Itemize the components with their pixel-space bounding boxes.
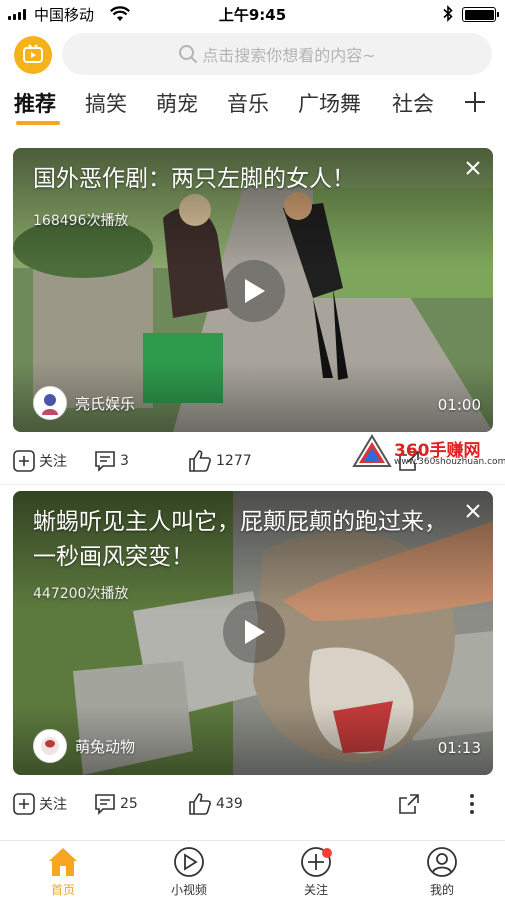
- search-placeholder: 点击搜索你想看的内容~: [202, 46, 376, 65]
- video-title: 蜥蜴听见主人叫它，屁颠屁颠的跑过来，一秒画风突变！: [33, 509, 447, 570]
- app-logo-button[interactable]: [14, 36, 52, 74]
- like-button[interactable]: 439: [188, 789, 243, 819]
- thumbs-up-icon: [189, 793, 211, 815]
- comment-button[interactable]: 3: [94, 446, 129, 476]
- nav-profile[interactable]: 我的: [402, 845, 482, 898]
- comment-icon: [95, 794, 115, 815]
- follow-button[interactable]: 关注: [13, 446, 67, 476]
- play-icon: [245, 620, 265, 644]
- more-icon[interactable]: [466, 793, 478, 815]
- like-button[interactable]: 1277: [188, 446, 252, 476]
- nav-profile-label: 我的: [429, 883, 454, 897]
- watermark-emblem-icon: [352, 434, 392, 467]
- play-button[interactable]: [223, 260, 285, 322]
- card-actions: 关注 25 439: [0, 789, 505, 819]
- tv-play-icon: [23, 44, 43, 63]
- follow-label: 关注: [39, 454, 67, 470]
- battery-icon: [462, 7, 499, 22]
- comment-count: 3: [120, 453, 129, 469]
- play-circle-icon: [174, 847, 204, 877]
- search-icon: [179, 45, 198, 63]
- author-name: 亮氏娱乐: [75, 394, 136, 413]
- tab-recommend[interactable]: 推荐: [14, 88, 56, 118]
- bluetooth-icon: [443, 5, 453, 22]
- status-bar: 中国移动 上午9:45: [0, 0, 505, 28]
- active-tab-indicator: [16, 121, 60, 125]
- avatar: [33, 386, 67, 420]
- play-button[interactable]: [223, 601, 285, 663]
- notification-badge: [322, 848, 332, 858]
- bottom-nav: 首页 小视频 关注 我的: [0, 840, 505, 900]
- author-info[interactable]: 亮氏娱乐: [33, 386, 135, 420]
- share-icon[interactable]: [398, 793, 420, 815]
- tab-music[interactable]: 音乐: [227, 88, 269, 118]
- thumbs-up-icon: [189, 450, 211, 472]
- like-count: 439: [216, 796, 243, 812]
- plus-square-icon: [13, 793, 35, 815]
- tab-square-dance[interactable]: 广场舞: [298, 88, 361, 118]
- nav-follow-label: 关注: [303, 883, 328, 897]
- comment-count: 25: [120, 796, 138, 812]
- avatar: [33, 729, 67, 763]
- nav-follow[interactable]: 关注: [276, 845, 356, 898]
- nav-short-video[interactable]: 小视频: [149, 845, 229, 898]
- author-name: 萌兔动物: [75, 737, 136, 756]
- watermark-logo: 360手赚网 www.360shouzhuan.com: [352, 434, 505, 470]
- close-icon[interactable]: [465, 160, 481, 176]
- video-duration: 01:00: [437, 396, 481, 414]
- comment-button[interactable]: 25: [94, 789, 138, 819]
- divider: [0, 484, 505, 485]
- video-card[interactable]: 国外恶作剧：两只左脚的女人！ 168496次播放 亮氏娱乐 01:00: [13, 148, 493, 432]
- plus-square-icon: [13, 450, 35, 472]
- status-time: 上午9:45: [218, 6, 287, 24]
- video-duration: 01:13: [437, 739, 481, 757]
- author-info[interactable]: 萌兔动物: [33, 729, 135, 763]
- play-icon: [245, 279, 265, 303]
- user-icon: [427, 847, 457, 877]
- follow-label: 关注: [39, 797, 67, 813]
- category-tabs: 推荐 搞笑 萌宠 音乐 广场舞 社会: [0, 88, 505, 132]
- close-icon[interactable]: [465, 503, 481, 519]
- add-channel-icon[interactable]: [464, 91, 486, 113]
- nav-home-label: 首页: [50, 883, 75, 897]
- play-count: 168496次播放: [33, 213, 129, 229]
- nav-short-video-label: 小视频: [170, 883, 207, 897]
- follow-button[interactable]: 关注: [13, 789, 67, 819]
- tab-pets[interactable]: 萌宠: [156, 88, 198, 118]
- like-count: 1277: [216, 453, 252, 469]
- video-title: 国外恶作剧：两只左脚的女人！: [33, 166, 355, 192]
- comment-icon: [95, 451, 115, 472]
- watermark-url: www.360shouzhuan.com: [394, 457, 505, 467]
- home-icon: [49, 848, 77, 876]
- tab-funny[interactable]: 搞笑: [85, 88, 127, 118]
- nav-home[interactable]: 首页: [23, 845, 103, 898]
- video-card[interactable]: 蜥蜴听见主人叫它，屁颠屁颠的跑过来，一秒画风突变！ 447200次播放 萌兔动物…: [13, 491, 493, 775]
- search-input[interactable]: 点击搜索你想看的内容~: [62, 33, 492, 75]
- play-count: 447200次播放: [33, 586, 129, 602]
- tab-society[interactable]: 社会: [392, 88, 434, 118]
